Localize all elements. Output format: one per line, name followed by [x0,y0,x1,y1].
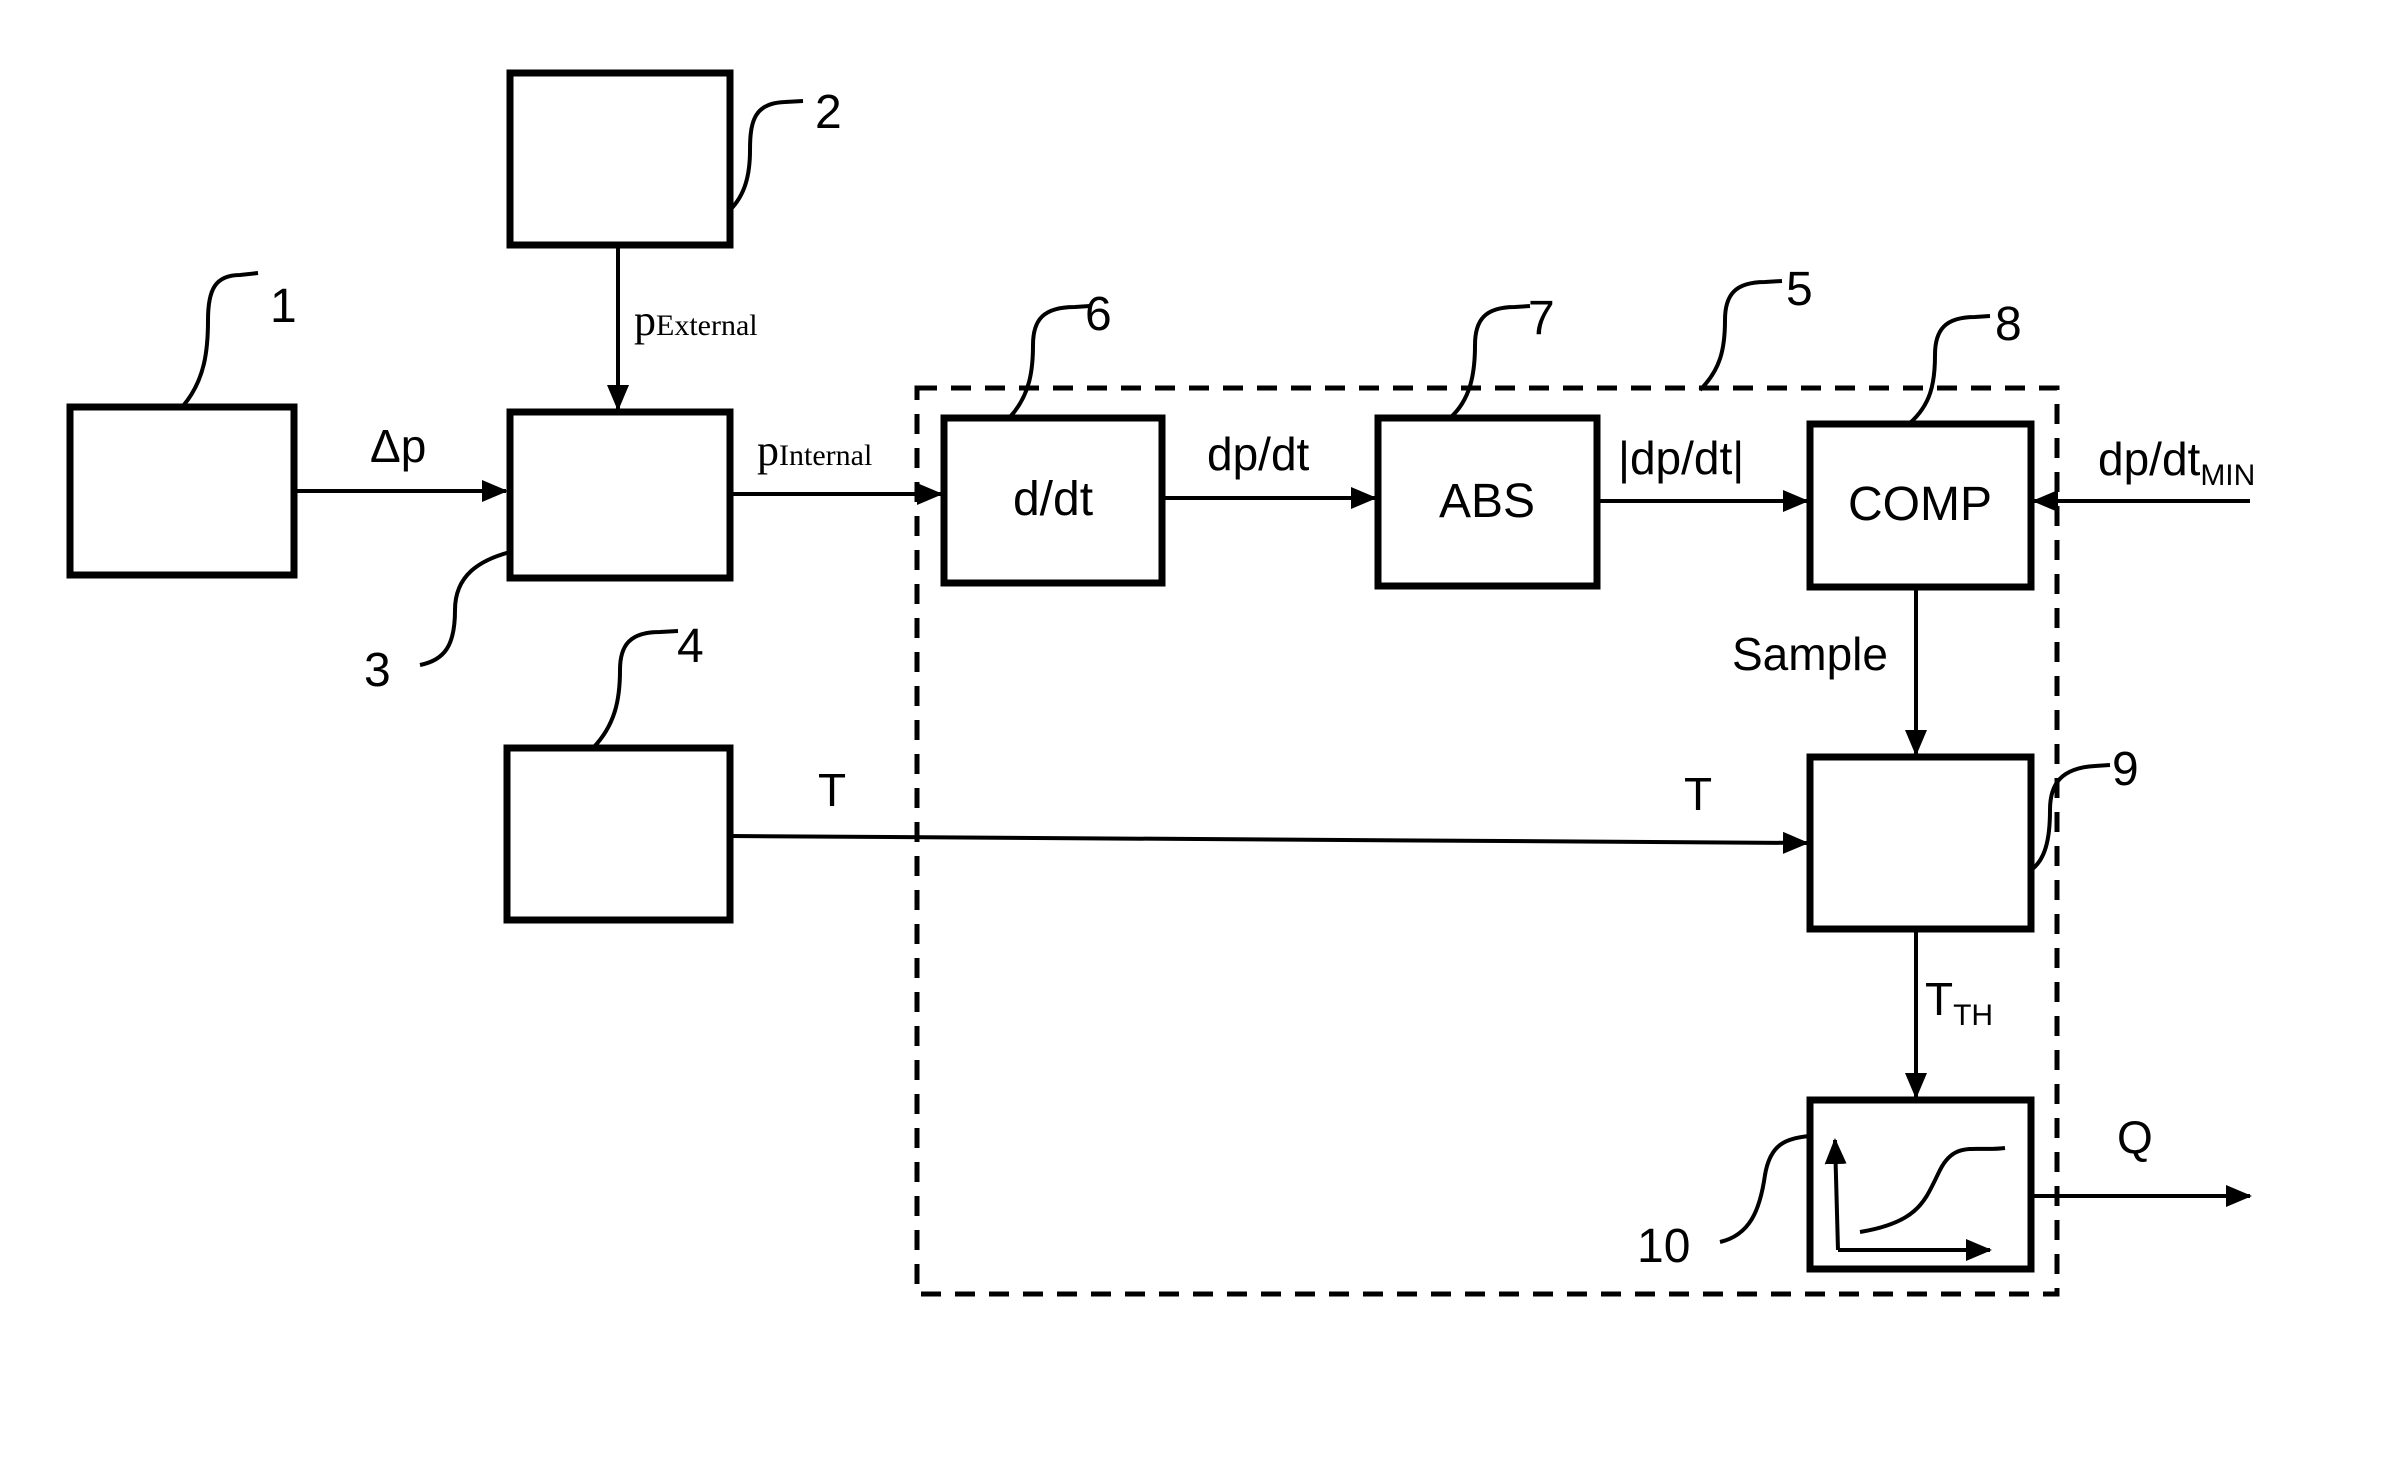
ref-numeral-1: 1 [270,280,297,333]
ref-numeral-7: 7 [1528,292,1555,345]
leader-2 [728,99,804,212]
leader-5 [1698,279,1783,392]
signal-q: Q [2117,1111,2153,1163]
ref-numeral-2: 2 [815,86,842,139]
signal-t-left: T [818,764,846,816]
leader-1 [181,271,259,408]
leader-10 [1719,1134,1811,1244]
block-4 [503,744,734,924]
signal-t-right: T [1684,768,1712,820]
leader-6 [1008,304,1091,419]
block-7-label: ABS [1439,475,1535,528]
ref-numeral-10: 10 [1637,1220,1690,1273]
block-3 [506,408,734,582]
leader-8 [1908,314,1991,425]
block-6-label: d/dt [1013,473,1093,526]
signal-dpdt-min: dp/dtMIN [2098,433,2255,492]
block-8-label: COMP [1848,478,1992,531]
signal-dpdt: dp/dt [1207,428,1310,480]
ref-numeral-8: 8 [1995,298,2022,351]
leader-3 [419,550,511,667]
block-9 [1806,753,2035,933]
ref-numeral-6: 6 [1085,288,1112,341]
signal-abs-dpdt: |dp/dt| [1618,432,1744,484]
signal-delta-p: Δp [370,420,426,472]
ref-numeral-4: 4 [677,620,704,673]
signal-p-internal: pInternal [757,426,872,475]
leader-4 [591,629,679,750]
ref-numeral-5: 5 [1786,263,1813,316]
block-diagram: d/dt ABS COMP Δp pExternal pInternal dp/… [66,69,2255,1297]
leader-9 [2029,763,2111,872]
block-1 [66,403,298,579]
ref-numeral-3: 3 [364,644,391,697]
signal-p-external: pExternal [634,296,758,345]
signal-t-threshold: TTH [1925,973,1993,1032]
block-2 [506,69,734,249]
leader-7 [1448,304,1531,420]
wire-temperature [729,831,1809,854]
signal-sample: Sample [1732,628,1888,680]
block-10 [1806,1096,2035,1273]
ref-numeral-9: 9 [2112,743,2139,796]
